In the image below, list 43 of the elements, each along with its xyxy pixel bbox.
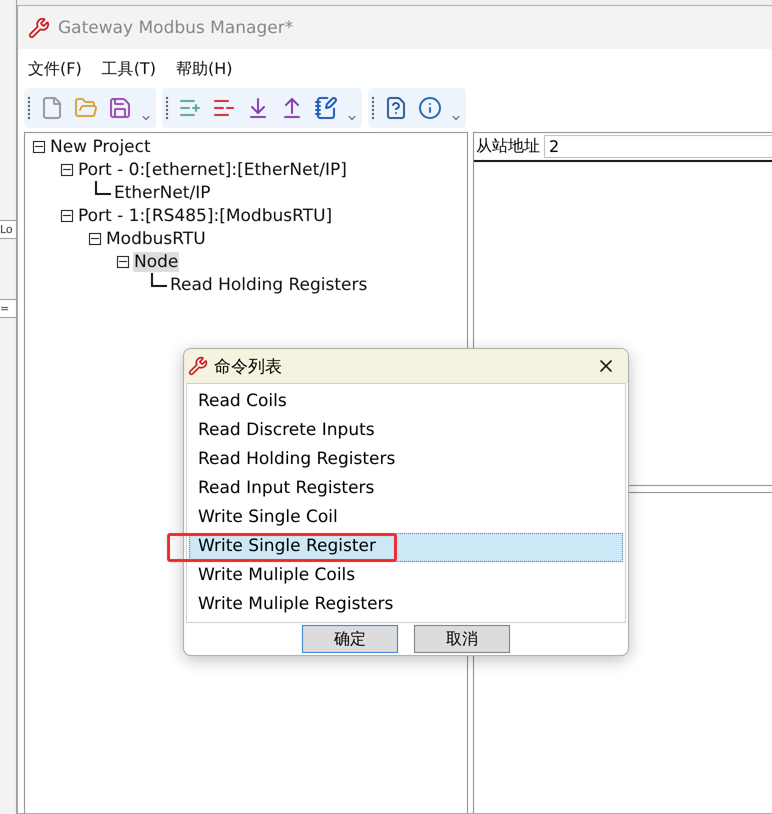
menu-item[interactable]: 文件(F) [28,59,82,80]
notepad-icon [314,96,338,120]
collapse-icon[interactable] [61,164,73,176]
list-item[interactable]: Write Single Register [189,533,623,562]
app-icon [28,16,50,38]
list-item[interactable]: Read Holding Registers [189,446,623,475]
dialog-button[interactable]: 确定 [302,625,398,653]
tree-line-icon [95,180,111,194]
background-text: Lo [0,220,16,239]
tree-item[interactable]: New Project [49,136,152,156]
save-icon [108,96,132,120]
field-label: 从站地址 [476,136,541,157]
menu-item[interactable]: 工具(T) [102,59,156,80]
toolbar-button[interactable] [312,94,340,122]
tree-item[interactable]: Port - 0:[ethernet]:[EtherNet/IP] [77,160,348,180]
list-item[interactable]: Write Single Coil [189,504,623,533]
dialog-title: 命令列表 [214,356,283,378]
list-item[interactable]: Read Input Registers [189,475,623,504]
list-item[interactable]: Write Muliple Coils [189,562,623,591]
toolbar-button[interactable] [416,94,444,122]
list-item[interactable]: Read Coils [189,388,623,417]
tree-item[interactable]: ModbusRTU [105,228,207,248]
tree-item[interactable]: Node [133,252,180,272]
slave-address-field[interactable]: 2 [544,135,772,158]
tree-item[interactable]: EtherNet/IP [113,182,212,202]
collapse-icon[interactable] [33,140,45,152]
dialog-button[interactable]: 取消 [414,625,510,653]
folder-icon [74,96,98,120]
tree-line-icon [151,272,167,286]
collapse-icon[interactable] [89,232,101,244]
collapse-icon[interactable] [61,210,73,222]
tree-item[interactable]: Read Holding Registers [169,274,368,294]
list-item[interactable]: Read Discrete Inputs [189,417,623,446]
file-icon [40,96,64,120]
background-text: = [0,299,16,318]
app-icon [188,356,208,376]
window-title: Gateway Modbus Manager* [58,18,294,38]
tree-item[interactable]: Port - 1:[RS485]:[ModbusRTU] [77,206,334,226]
help-icon [384,96,408,120]
info-icon [418,96,442,120]
menu-item[interactable]: 帮助(H) [176,59,232,80]
list-item[interactable]: Write Muliple Registers [189,591,623,620]
collapse-icon[interactable] [117,256,129,268]
